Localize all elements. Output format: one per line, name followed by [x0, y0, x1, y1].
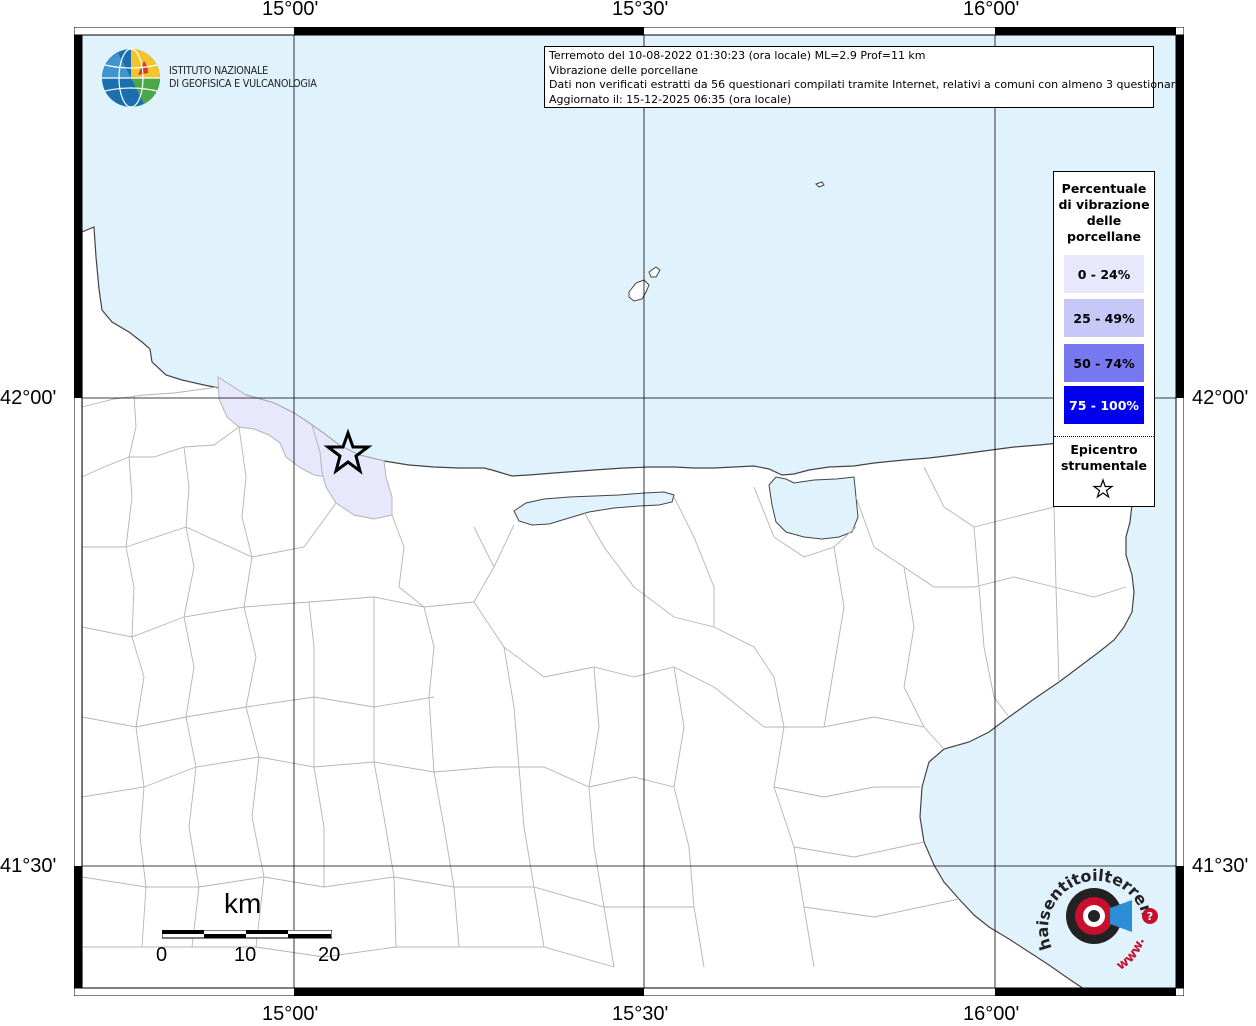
- legend-class-0-24: 0 - 24%: [1064, 255, 1144, 293]
- right-tick-label: 41°30': [1192, 855, 1249, 877]
- event-info-box: Terremoto del 10-08-2022 01:30:23 (ora l…: [544, 46, 1182, 108]
- legend-separator: [1054, 436, 1154, 437]
- legend-epicenter-line: Epicentro: [1070, 442, 1138, 457]
- left-tick-label: 42°00': [0, 387, 57, 409]
- svg-text:?: ?: [1147, 910, 1153, 923]
- top-tick-label: 16°00': [963, 0, 1020, 20]
- top-tick-label: 15°30': [612, 0, 669, 20]
- updated-line: Aggiornato il: 15-12-2025 06:35 (ora loc…: [549, 92, 792, 106]
- scale-label-20: 20: [318, 944, 341, 966]
- legend-title: Percentuale di vibrazione delle porcella…: [1054, 181, 1154, 245]
- legend-title-line: di vibrazione: [1058, 197, 1150, 212]
- scale-bar: km 0 10 20: [150, 888, 350, 973]
- bottom-tick-label: 16°00': [963, 1003, 1020, 1025]
- hsit-www-text: www.: [1114, 936, 1148, 974]
- legend-class-25-49: 25 - 49%: [1064, 299, 1144, 337]
- right-tick-label: 42°00': [1192, 387, 1249, 409]
- legend-title-line: delle: [1086, 213, 1122, 228]
- scale-label-10: 10: [234, 944, 257, 966]
- legend-epicenter-label: Epicentro strumentale: [1054, 442, 1154, 474]
- legend-title-line: porcellane: [1067, 229, 1141, 244]
- legend: Percentuale di vibrazione delle porcella…: [1053, 171, 1155, 507]
- scale-label-0: 0: [156, 944, 168, 966]
- ingv-line-1: ISTITUTO NAZIONALE: [169, 64, 268, 77]
- event-line: Terremoto del 10-08-2022 01:30:23 (ora l…: [549, 49, 926, 62]
- data-source-line: Dati non verificati estratti da 56 quest…: [549, 78, 1182, 91]
- bottom-tick-label: 15°00': [262, 1003, 319, 1025]
- bottom-tick-label: 15°30': [612, 1003, 669, 1025]
- scale-unit: km: [224, 888, 262, 919]
- svg-text:www.: www.: [1114, 936, 1148, 974]
- legend-class-75-100: 75 - 100%: [1064, 386, 1144, 424]
- haisentito-logo: haisentitoilterremoto.it www. ?: [1032, 858, 1159, 974]
- map-canvas[interactable]: [74, 27, 1184, 996]
- legend-epicenter-line: strumentale: [1060, 458, 1148, 473]
- ingv-logo-text: ISTITUTO NAZIONALE DI GEOFISICA E VULCAN…: [169, 64, 317, 90]
- legend-title-line: Percentuale: [1061, 181, 1147, 196]
- left-tick-label: 41°30': [0, 855, 57, 877]
- scale-bar-graphic: [162, 930, 332, 939]
- top-tick-label: 15°00': [262, 0, 319, 20]
- epicenter-star-icon: [1092, 478, 1114, 499]
- parameter-line: Vibrazione delle porcellane: [549, 63, 698, 77]
- legend-class-50-74: 50 - 74%: [1064, 344, 1144, 382]
- ingv-line-2: DI GEOFISICA E VULCANOLOGIA: [169, 77, 317, 90]
